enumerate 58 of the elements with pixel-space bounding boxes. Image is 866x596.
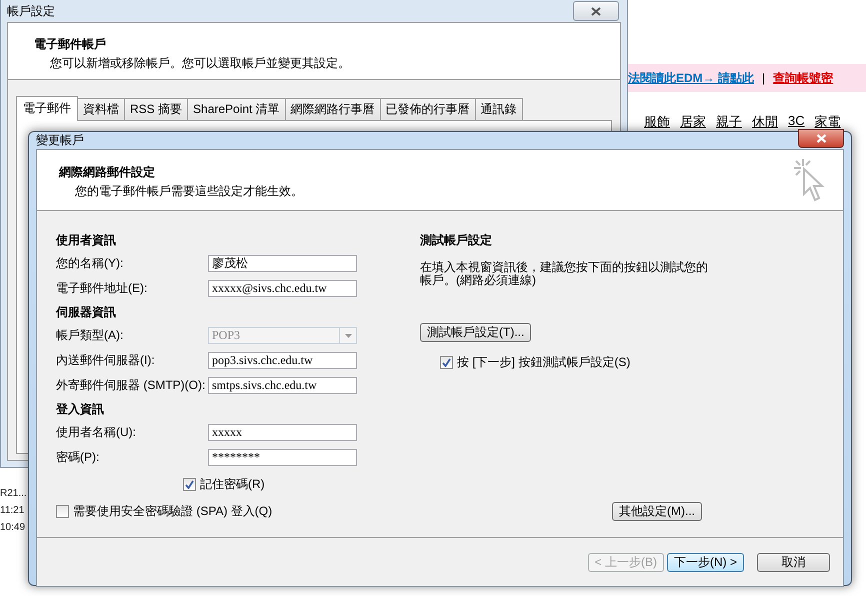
close-button[interactable]	[573, 1, 619, 21]
section-title: 使用者資訊	[56, 232, 117, 248]
tab[interactable]: SharePoint 清單	[187, 98, 286, 121]
tab[interactable]: 通訊錄	[474, 98, 523, 121]
dropdown-arrow-icon	[344, 334, 352, 338]
header-title: 網際網路郵件設定	[59, 164, 156, 181]
field-label: 外寄郵件伺服器 (SMTP)(O):	[56, 377, 206, 394]
section-title: 測試帳戶設定	[420, 232, 493, 248]
window-title: 帳戶設定	[7, 2, 55, 20]
close-button[interactable]	[798, 129, 844, 148]
checkbox-label: 需要使用安全密碼驗證 (SPA) 登入(Q)	[73, 503, 272, 520]
input-field[interactable]: xxxxx	[208, 424, 357, 441]
header-subtitle: 您的電子郵件帳戶需要這些設定才能生效。	[74, 183, 304, 200]
close-icon	[816, 134, 826, 143]
mail-list-text: 11:21	[0, 505, 26, 516]
section-title: 登入資訊	[56, 400, 105, 418]
input-field[interactable]: smtps.sivs.chc.edu.tw	[208, 377, 357, 394]
field-label: 您的名稱(Y):	[56, 255, 124, 272]
header-title: 電子郵件帳戶	[34, 36, 107, 53]
tab[interactable]: 電子郵件	[16, 96, 78, 121]
more-settings-button[interactable]: 其他設定(M)...	[612, 502, 702, 521]
nav-link[interactable]: 居家	[680, 113, 706, 131]
tab[interactable]: 已發佈的行事曆	[380, 98, 476, 121]
input-field[interactable]: pop3.sivs.chc.edu.tw	[208, 352, 357, 369]
input-field[interactable]: ********	[208, 449, 357, 466]
wizard-button[interactable]: 取消	[757, 552, 830, 572]
wizard-button[interactable]: 下一步(N) >	[667, 552, 744, 572]
field-label: 內送郵件伺服器(I):	[56, 352, 156, 369]
field-label: 電子郵件地址(E):	[56, 280, 148, 297]
tab[interactable]: 資料檔	[77, 98, 125, 121]
nav-link[interactable]: 親子	[716, 113, 742, 131]
checkbox-label: 記住密碼(R)	[200, 476, 265, 493]
input-field[interactable]: 廖茂松	[208, 255, 357, 272]
checkbox-label: 按 [下一步] 按鈕測試帳戶設定(S)	[457, 354, 630, 371]
nav-link[interactable]: 休閒	[752, 113, 778, 131]
mail-list-text: 10:49	[0, 522, 26, 533]
input-field[interactable]: xxxxx@sivs.chc.edu.tw	[208, 280, 357, 297]
window-title: 變更帳戶	[36, 132, 84, 149]
checkbox[interactable]	[440, 356, 453, 369]
nav-link[interactable]: 3C	[788, 113, 805, 131]
tab[interactable]: 網際網路行事曆	[284, 98, 381, 121]
mail-list-text: R21...	[0, 488, 27, 499]
test-description: 在填入本視窗資訊後，建議您按下面的按鈕以測試您的帳戶。(網路必須連線)	[420, 261, 709, 287]
nav-link[interactable]: 服飾	[644, 113, 670, 131]
field-label: 密碼(P):	[56, 449, 100, 466]
edm-link[interactable]: 法閱讀此EDM→ 請點此	[628, 70, 754, 86]
tab[interactable]: RSS 摘要	[124, 98, 188, 121]
field-label: 使用者名稱(U):	[56, 424, 137, 441]
close-icon	[591, 6, 601, 16]
section-title: 伺服器資訊	[56, 304, 117, 320]
field-label: 帳戶類型(A):	[56, 327, 124, 344]
checkbox[interactable]	[56, 505, 69, 518]
separator-text: |	[762, 71, 766, 85]
nav-link[interactable]: 家電	[814, 113, 841, 131]
header-subtitle: 您可以新增或移除帳戶。您可以選取帳戶並變更其設定。	[49, 55, 351, 72]
test-account-button[interactable]: 測試帳戶設定(T)...	[420, 323, 532, 342]
checkbox[interactable]	[183, 478, 196, 491]
account-link[interactable]: 查詢帳號密	[773, 70, 834, 86]
